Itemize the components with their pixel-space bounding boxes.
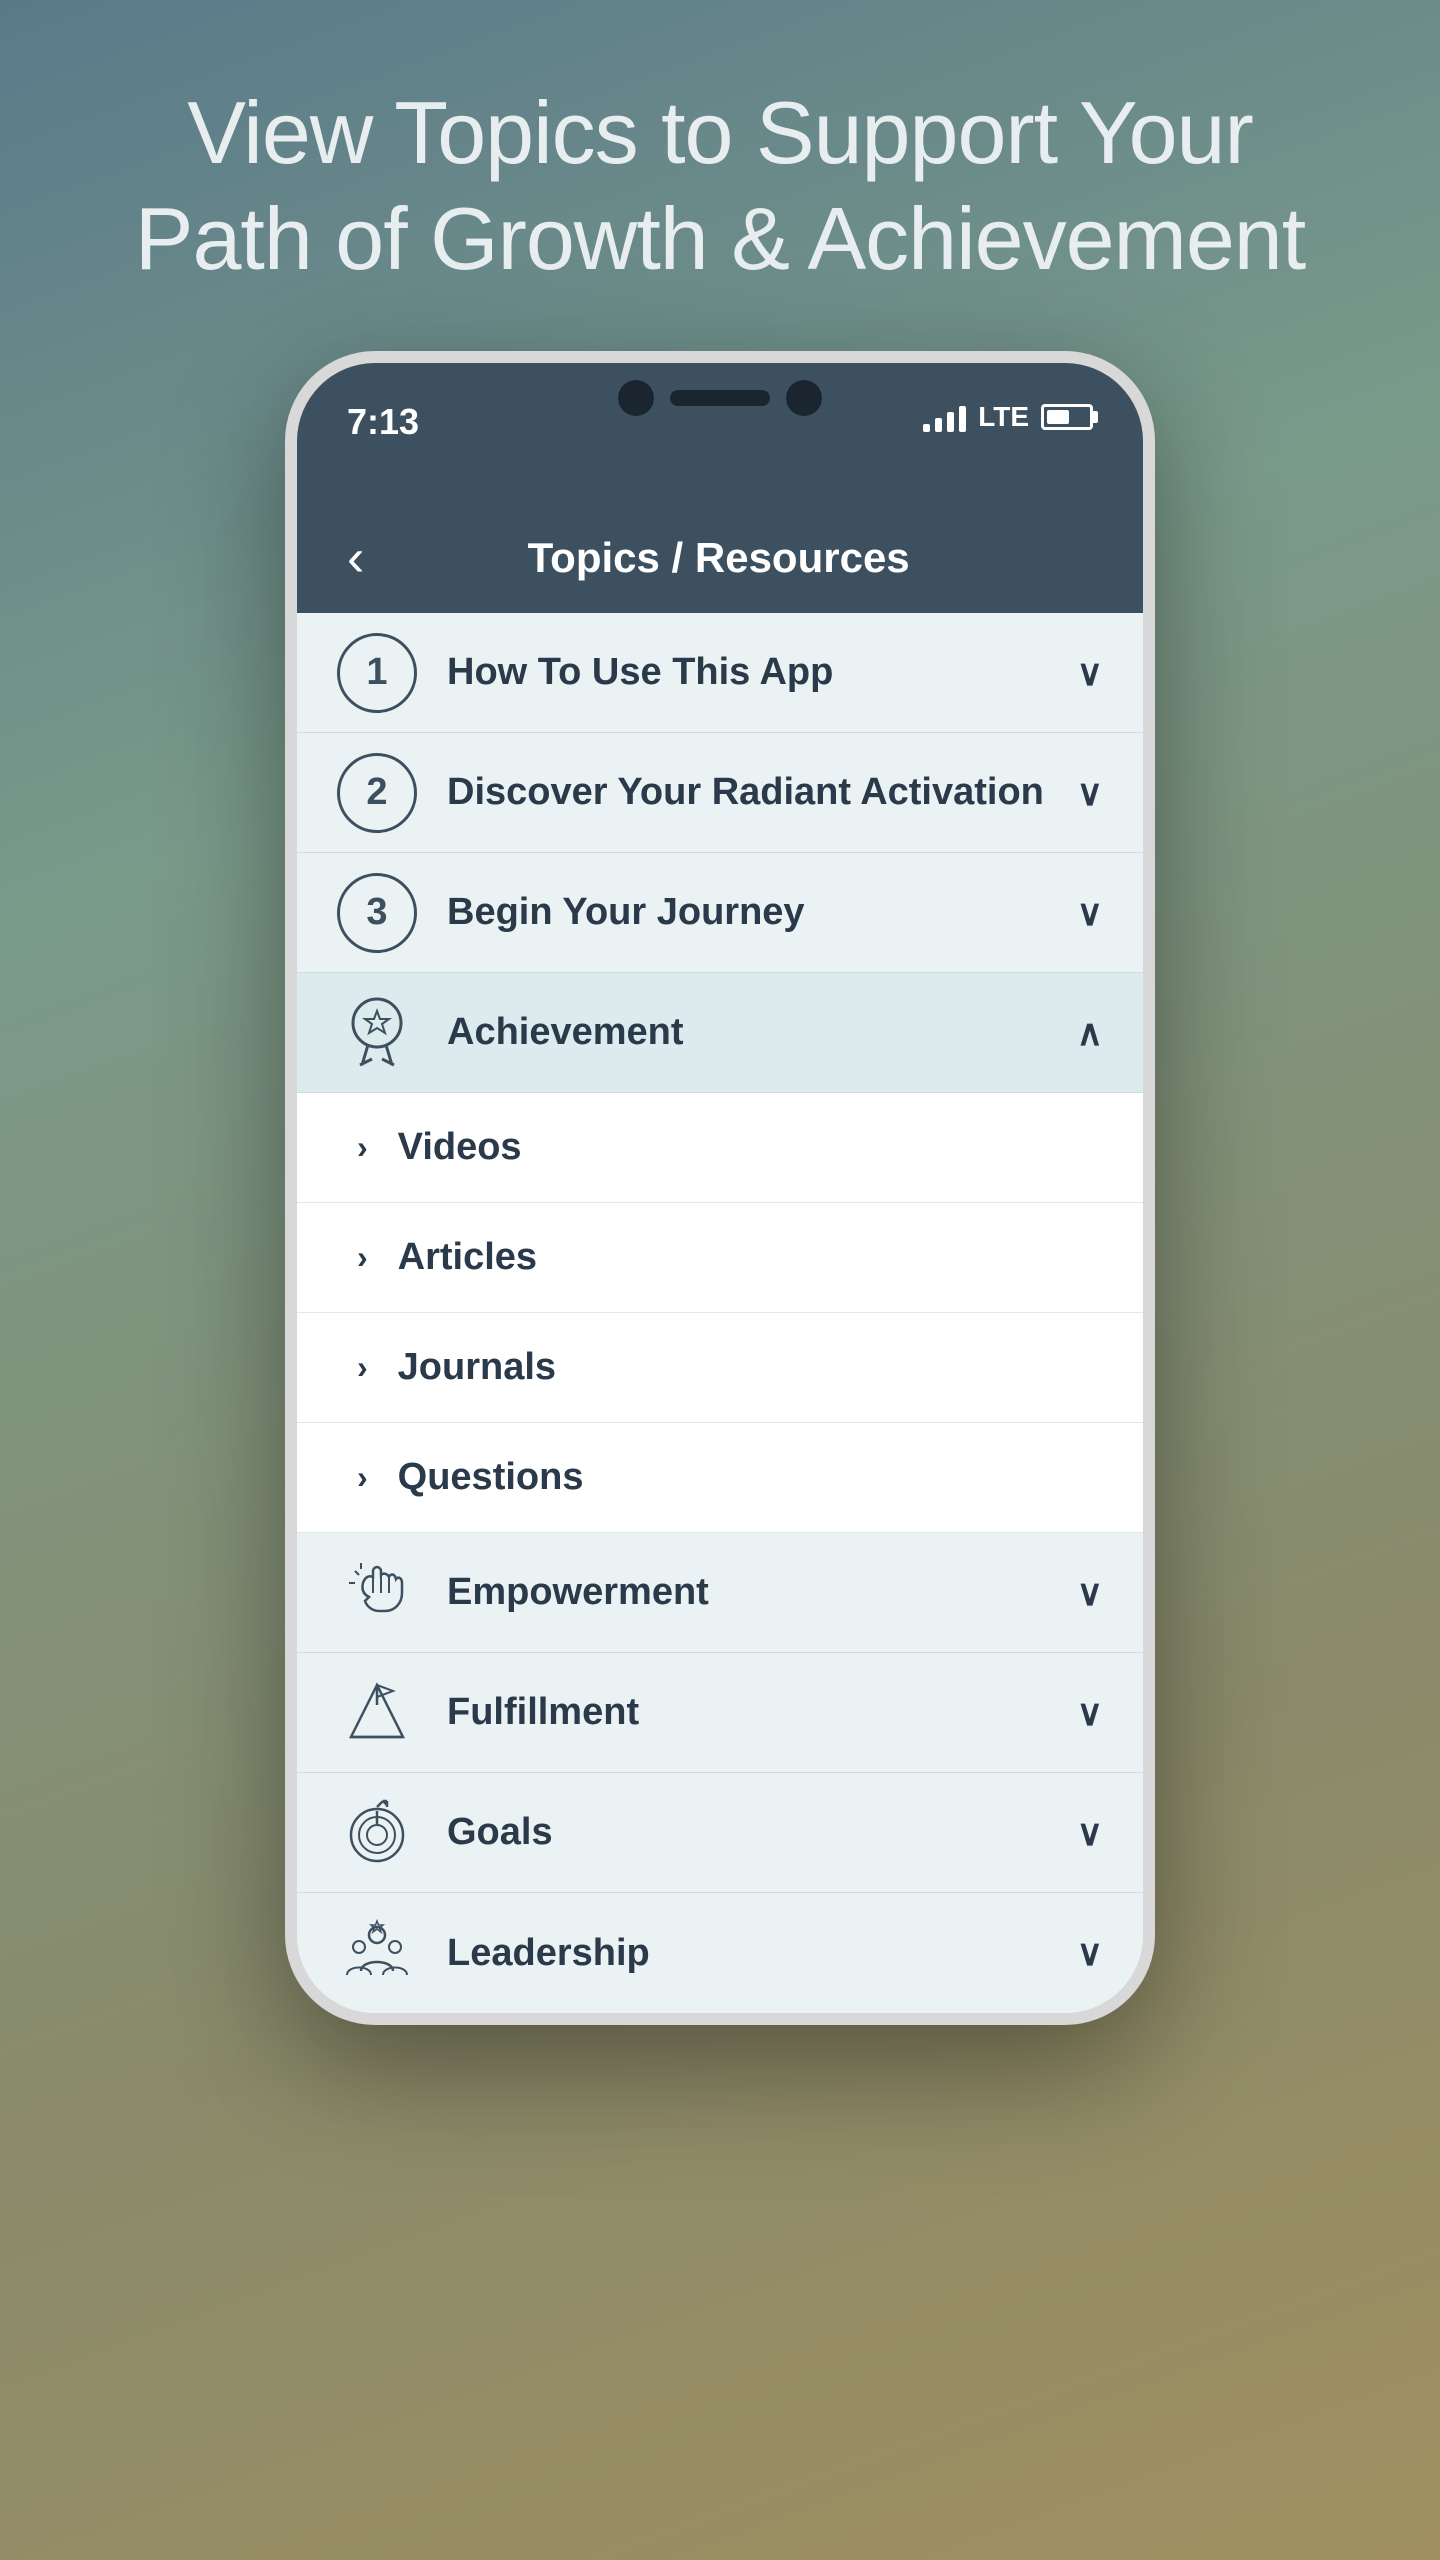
topic-label-achievement: Achievement [447,1011,1077,1054]
empowerment-icon [337,1553,417,1633]
sensor-icon [786,380,822,416]
nav-bar: ‹ Topics / Resources [297,503,1143,613]
page-title: View Topics to Support Your Path of Grow… [55,80,1385,291]
topic-label-how-to-use: How To Use This App [447,651,1077,694]
achievement-sub-items: › Videos › Articles › Journals › Questio… [297,1093,1143,1533]
topic-item-achievement[interactable]: Achievement ∧ [297,973,1143,1093]
topic-item-goals[interactable]: Goals ∨ [297,1773,1143,1893]
topic-item-fulfillment[interactable]: Fulfillment ∨ [297,1653,1143,1773]
phone-mockup: 7:13 LTE ‹ Topics / Resources 1 [285,351,1155,2025]
topic-item-discover[interactable]: 2 Discover Your Radiant Activation ∨ [297,733,1143,853]
goals-icon [337,1793,417,1873]
topic-label-leadership: Leadership [447,1932,1077,1975]
achievement-icon [337,993,417,1073]
sub-label-questions: Questions [398,1456,584,1499]
status-time: 7:13 [347,401,419,443]
nav-title: Topics / Resources [394,534,1043,582]
chevron-leadership: ∨ [1077,1932,1103,1974]
camera-icon [618,380,654,416]
chevron-fulfillment: ∨ [1077,1692,1103,1734]
chevron-empowerment: ∨ [1077,1572,1103,1614]
topic-item-how-to-use[interactable]: 1 How To Use This App ∨ [297,613,1143,733]
back-button[interactable]: ‹ [347,532,364,584]
topic-label-discover: Discover Your Radiant Activation [447,771,1077,814]
topic-label-goals: Goals [447,1811,1077,1854]
topic-number-2: 2 [337,753,417,833]
signal-icon [923,402,966,432]
chevron-articles: › [357,1239,368,1276]
sub-label-articles: Articles [398,1236,537,1279]
chevron-how-to-use: ∨ [1077,652,1103,694]
fulfillment-icon [337,1673,417,1753]
topic-item-leadership[interactable]: Leadership ∨ [297,1893,1143,2013]
sub-label-journals: Journals [398,1346,556,1389]
sub-item-questions[interactable]: › Questions [297,1423,1143,1533]
sub-item-journals[interactable]: › Journals [297,1313,1143,1423]
topic-label-begin-journey: Begin Your Journey [447,891,1077,934]
leadership-icon [337,1913,417,1993]
chevron-begin-journey: ∨ [1077,892,1103,934]
chevron-journals: › [357,1349,368,1386]
speaker-icon [670,390,770,406]
chevron-questions: › [357,1459,368,1496]
topic-item-begin-journey[interactable]: 3 Begin Your Journey ∨ [297,853,1143,973]
topic-number-1: 1 [337,633,417,713]
chevron-discover: ∨ [1077,772,1103,814]
notch [580,363,860,433]
topics-list: 1 How To Use This App ∨ 2 Discover Your … [297,613,1143,2013]
topic-label-empowerment: Empowerment [447,1571,1077,1614]
sub-label-videos: Videos [398,1126,522,1169]
sub-item-articles[interactable]: › Articles [297,1203,1143,1313]
chevron-goals: ∨ [1077,1812,1103,1854]
topic-number-3: 3 [337,873,417,953]
sub-item-videos[interactable]: › Videos [297,1093,1143,1203]
battery-icon [1041,404,1093,430]
lte-label: LTE [978,401,1029,433]
status-bar: 7:13 LTE [297,363,1143,503]
chevron-achievement: ∧ [1077,1012,1103,1054]
status-right: LTE [923,401,1093,433]
topic-label-fulfillment: Fulfillment [447,1691,1077,1734]
topic-item-empowerment[interactable]: Empowerment ∨ [297,1533,1143,1653]
chevron-videos: › [357,1129,368,1166]
